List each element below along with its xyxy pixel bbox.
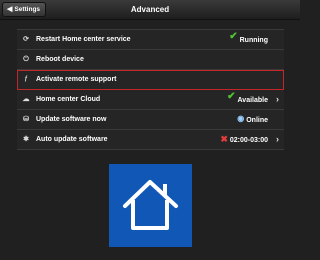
checkmark-icon: ✔ — [229, 31, 238, 42]
home-tile[interactable] — [109, 164, 192, 247]
row-reboot-device[interactable]: ⏻ Reboot device — [17, 50, 284, 70]
row-label: Home center Cloud — [36, 96, 101, 103]
settings-icon: ✱ — [23, 136, 29, 143]
checkmark-icon: ✔ — [227, 91, 236, 102]
cloud-icon: ☁ — [22, 96, 30, 103]
chevron-right-icon: › — [276, 94, 279, 104]
row-update-software-now[interactable]: ⛁ Update software now ◉ Online — [17, 110, 284, 130]
top-bar: ◀ Settings Advanced — [0, 0, 300, 20]
status-running: ✔ Running — [229, 31, 268, 44]
row-label: Auto update software — [36, 136, 108, 143]
page-title: Advanced — [130, 5, 170, 14]
row-label: Reboot device — [36, 56, 84, 63]
row-activate-remote-support[interactable]: ƒ Activate remote support — [17, 70, 284, 90]
row-label: Restart Home center service — [36, 36, 131, 43]
row-label: Activate remote support — [36, 76, 117, 83]
home-icon — [123, 180, 178, 230]
status-available: ✔ Available — [227, 91, 268, 104]
wrench-icon: ƒ — [24, 76, 28, 82]
refresh-icon: ⟳ — [23, 36, 29, 43]
status-schedule: ✖ 02:00-03:00 — [220, 134, 268, 144]
status-online: ◉ Online — [237, 114, 268, 124]
globe-icon: ◉ — [237, 114, 245, 123]
row-auto-update-software[interactable]: ✱ Auto update software ✖ 02:00-03:00 › — [17, 130, 284, 150]
power-icon: ⏻ — [23, 56, 29, 63]
row-restart-service[interactable]: ⟳ Restart Home center service ✔ Running — [17, 29, 284, 50]
row-label: Update software now — [36, 116, 107, 123]
x-icon: ✖ — [220, 134, 228, 144]
settings-list: ⟳ Restart Home center service ✔ Running ⏻… — [17, 29, 284, 150]
row-home-center-cloud[interactable]: ☁ Home center Cloud ✔ Available › — [17, 90, 284, 110]
chevron-right-icon: › — [276, 134, 279, 144]
update-icon: ⛁ — [23, 116, 29, 123]
